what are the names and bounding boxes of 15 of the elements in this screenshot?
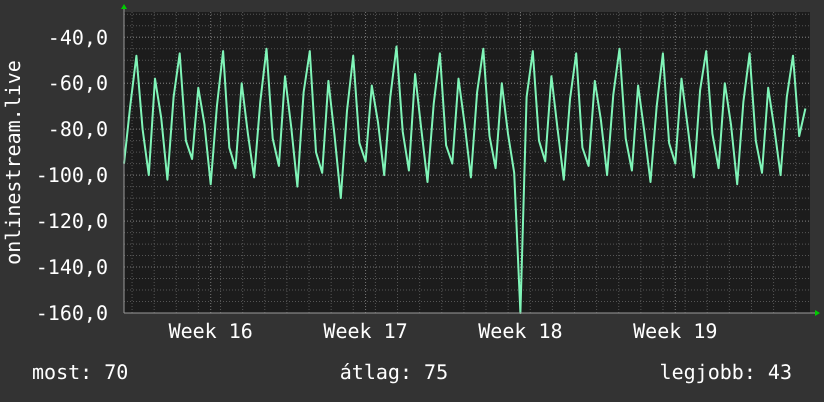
tick-label: Week 18 xyxy=(478,319,563,343)
tick-label: Week 17 xyxy=(323,319,408,343)
stat-text: átlag: 75 xyxy=(340,360,448,384)
tick-label: Week 16 xyxy=(168,319,253,343)
stat-text: most: 70 xyxy=(32,360,128,384)
tick-label: -40,0 xyxy=(48,25,108,50)
tick-label: -140,0 xyxy=(36,255,108,280)
tick-label: -80,0 xyxy=(48,117,108,142)
stat-text: legjobb: 43 xyxy=(660,360,792,384)
tick-label: Week 19 xyxy=(633,319,718,343)
tick-label: -60,0 xyxy=(48,71,108,96)
tick-label: -120,0 xyxy=(36,209,108,234)
axis-label: onlinestream.live xyxy=(1,60,25,265)
tick-label: -100,0 xyxy=(36,163,108,188)
tick-label: -160,0 xyxy=(36,301,108,325)
